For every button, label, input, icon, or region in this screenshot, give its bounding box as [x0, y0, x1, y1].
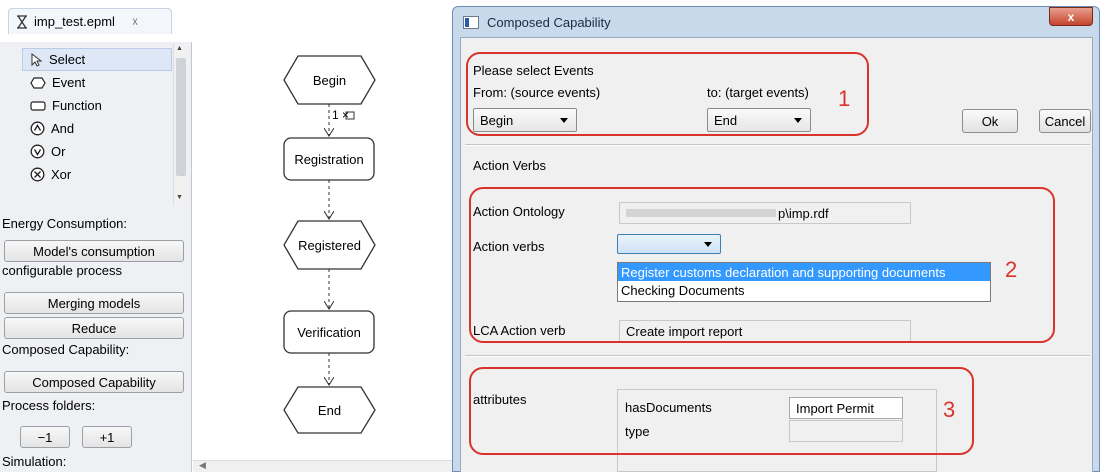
diagram-canvas[interactable]: Begin Registration Registered Verificati…	[193, 42, 452, 460]
canvas-hscrollbar[interactable]: ◀	[193, 460, 452, 472]
tool-or[interactable]: Or	[22, 140, 172, 163]
connector-label: 1 ×	[332, 108, 350, 122]
configurable-label: configurable process	[2, 263, 122, 278]
node-registered-label: Registered	[298, 238, 361, 253]
callout-box-1	[466, 52, 869, 136]
tool-and[interactable]: And	[22, 117, 172, 140]
dialog-titlebar[interactable]: Composed Capability	[453, 7, 1099, 37]
tool-palette: Select Event Function And Or Xor ▲ ▼ Ene…	[0, 42, 192, 472]
xor-connector-icon	[30, 167, 45, 182]
editor-tab[interactable]: imp_test.epml ☓	[8, 8, 172, 34]
node-end-label: End	[317, 403, 342, 418]
tool-select[interactable]: Select	[22, 48, 172, 71]
callout-number-1: 1	[838, 86, 851, 111]
cancel-button[interactable]: Cancel	[1039, 109, 1091, 133]
scroll-thumb[interactable]	[176, 58, 186, 176]
function-rect-icon	[30, 100, 46, 111]
callout-number-2: 2	[1005, 257, 1018, 282]
reduce-button[interactable]: Reduce	[4, 317, 184, 339]
callout-box-3	[469, 367, 974, 455]
editor-tab-bar: imp_test.epml ☓	[0, 0, 452, 42]
ok-button[interactable]: Ok	[962, 109, 1018, 133]
composed-capability-button[interactable]: Composed Capability	[4, 371, 184, 393]
scroll-up-icon[interactable]: ▲	[176, 45, 183, 52]
tool-label: Xor	[51, 167, 72, 182]
tool-event[interactable]: Event	[22, 71, 172, 94]
folder-minus-button[interactable]: −1	[20, 426, 70, 448]
node-begin-label: Begin	[312, 73, 347, 88]
window-app-icon	[463, 15, 479, 29]
action-verbs-header: Action Verbs	[473, 158, 546, 173]
dialog-close-button[interactable]: x	[1049, 7, 1093, 26]
merging-models-button[interactable]: Merging models	[4, 292, 184, 314]
process-file-icon	[17, 14, 27, 29]
cursor-icon	[31, 52, 43, 67]
or-connector-icon	[30, 144, 45, 159]
callout-number-3: 3	[943, 397, 956, 422]
tool-xor[interactable]: Xor	[22, 163, 172, 186]
event-hexagon-icon	[30, 76, 46, 89]
tool-label: Function	[52, 98, 102, 113]
dialog-title: Composed Capability	[487, 14, 611, 30]
tool-label: And	[51, 121, 75, 136]
folder-plus-button[interactable]: +1	[82, 426, 132, 448]
node-registration-label: Registration	[294, 152, 364, 167]
energy-label: Energy Consumption:	[2, 216, 128, 231]
node-verification-label: Verification	[297, 325, 361, 340]
divider	[465, 144, 1090, 146]
callout-box-2	[469, 187, 1055, 343]
tool-function[interactable]: Function	[22, 94, 172, 117]
tool-label: Event	[52, 75, 86, 90]
scroll-down-icon[interactable]: ▼	[176, 194, 183, 201]
tab-close-icon[interactable]: ☓	[132, 15, 138, 29]
scroll-left-icon[interactable]: ◀	[199, 460, 206, 471]
and-connector-icon	[30, 121, 45, 136]
editor-tab-title: imp_test.epml	[34, 14, 115, 29]
tool-label: Select	[49, 52, 86, 67]
tool-label: Or	[51, 144, 66, 159]
process-folders-label: Process folders:	[2, 398, 96, 413]
palette-tools: Select Event Function And Or Xor	[22, 48, 172, 186]
model-consumption-button[interactable]: Model's consumption	[4, 240, 184, 262]
composed-label: Composed Capability:	[2, 342, 130, 357]
simulation-label: Simulation:	[2, 454, 67, 469]
divider	[465, 355, 1090, 357]
palette-scrollbar[interactable]: ▲ ▼	[173, 44, 187, 206]
